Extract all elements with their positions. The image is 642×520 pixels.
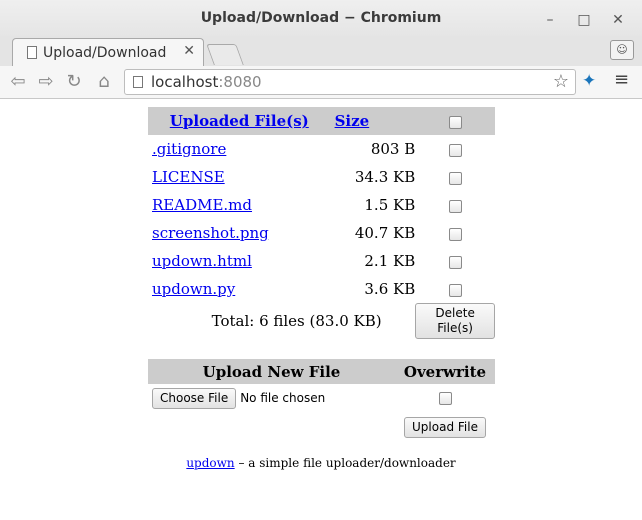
files-table-header: Uploaded File(s) Size [148, 107, 495, 135]
file-link[interactable]: updown.html [152, 252, 252, 270]
upload-table: Upload New File Overwrite Choose File No … [148, 359, 495, 442]
table-row: .gitignore 803 B [148, 135, 495, 163]
upload-file-button[interactable]: Upload File [404, 416, 486, 438]
file-link[interactable]: README.md [152, 196, 252, 214]
file-checkbox[interactable] [448, 199, 462, 213]
upload-submit-row: Upload File [148, 412, 495, 442]
file-link[interactable]: .gitignore [152, 140, 226, 158]
table-row: README.md 1.5 KB [148, 191, 495, 219]
file-size: 2.1 KB [364, 252, 416, 270]
address-bar[interactable]: localhost:8080 ☆ [124, 69, 576, 95]
file-checkbox[interactable] [448, 143, 462, 157]
tab-close-icon[interactable]: ✕ [183, 43, 195, 59]
file-link[interactable]: screenshot.png [152, 224, 269, 242]
tab-strip: Upload/Download ✕ ☺ [0, 36, 642, 66]
tab-upload-download[interactable]: Upload/Download ✕ [12, 38, 204, 66]
sort-by-name-link[interactable]: Uploaded File(s) [170, 112, 309, 130]
file-size: 34.3 KB [354, 168, 416, 186]
header-uploaded-files: Uploaded File(s) [148, 107, 327, 135]
header-select-all [415, 107, 495, 135]
tab-label: Upload/Download [43, 45, 167, 61]
file-link[interactable]: updown.py [152, 280, 235, 298]
updown-link[interactable]: updown [186, 456, 234, 470]
page-icon [27, 46, 37, 59]
page-footer: updown – a simple file uploader/download… [0, 456, 642, 470]
close-window-button[interactable]: ✕ [608, 10, 628, 30]
table-row: updown.html 2.1 KB [148, 247, 495, 275]
reload-icon[interactable]: ↻ [62, 70, 86, 94]
file-checkbox[interactable] [448, 227, 462, 241]
page-info-icon[interactable] [133, 76, 143, 88]
upload-table-header: Upload New File Overwrite [148, 359, 495, 384]
header-size: Size [326, 107, 416, 135]
menu-icon[interactable]: ≡ [614, 69, 629, 90]
home-icon[interactable]: ⌂ [92, 70, 116, 94]
maximize-button[interactable]: □ [574, 10, 594, 30]
profile-icon[interactable]: ☺ [610, 40, 634, 60]
browser-toolbar: ⇦ ⇨ ↻ ⌂ localhost:8080 ☆ ✦ ≡ [0, 66, 642, 99]
forward-icon[interactable]: ⇨ [34, 70, 58, 94]
select-all-checkbox[interactable] [448, 115, 462, 129]
choose-file-button[interactable]: Choose File [152, 387, 237, 409]
no-file-chosen-text: No file chosen [240, 390, 326, 405]
upload-row: Choose File No file chosen [148, 384, 495, 412]
file-checkbox[interactable] [448, 171, 462, 185]
file-size: 1.5 KB [364, 196, 416, 214]
new-tab-button[interactable] [206, 44, 244, 65]
window-titlebar: Upload/Download − Chromium – □ ✕ [0, 0, 642, 40]
delete-files-button[interactable]: Delete File(s) [415, 303, 495, 339]
file-size: 3.6 KB [364, 280, 416, 298]
url-text: localhost:8080 [151, 73, 262, 91]
files-table: Uploaded File(s) Size .gitignore 803 B L… [148, 107, 495, 339]
table-row: screenshot.png 40.7 KB [148, 219, 495, 247]
table-row: updown.py 3.6 KB [148, 275, 495, 303]
extension-icon[interactable]: ✦ [582, 71, 596, 91]
footer-text: – a simple file uploader/downloader [234, 456, 456, 470]
file-checkbox[interactable] [448, 255, 462, 269]
file-checkbox[interactable] [448, 283, 462, 297]
total-summary: Total: 6 files (83.0 KB) [211, 312, 382, 330]
table-row: LICENSE 34.3 KB [148, 163, 495, 191]
back-icon[interactable]: ⇦ [6, 70, 30, 94]
minimize-button[interactable]: – [540, 10, 560, 30]
sort-by-size-link[interactable]: Size [335, 112, 370, 130]
file-link[interactable]: LICENSE [152, 168, 225, 186]
file-size: 40.7 KB [354, 224, 416, 242]
page-content: Uploaded File(s) Size .gitignore 803 B L… [0, 99, 642, 520]
url-port: :8080 [218, 73, 262, 91]
total-row: Total: 6 files (83.0 KB) Delete File(s) [148, 303, 495, 339]
header-upload-new-file: Upload New File [148, 359, 395, 384]
bookmark-star-icon[interactable]: ☆ [553, 71, 569, 92]
overwrite-checkbox[interactable] [438, 391, 452, 405]
header-overwrite: Overwrite [395, 359, 495, 384]
file-size: 803 B [370, 140, 416, 158]
url-host: localhost [151, 73, 219, 91]
